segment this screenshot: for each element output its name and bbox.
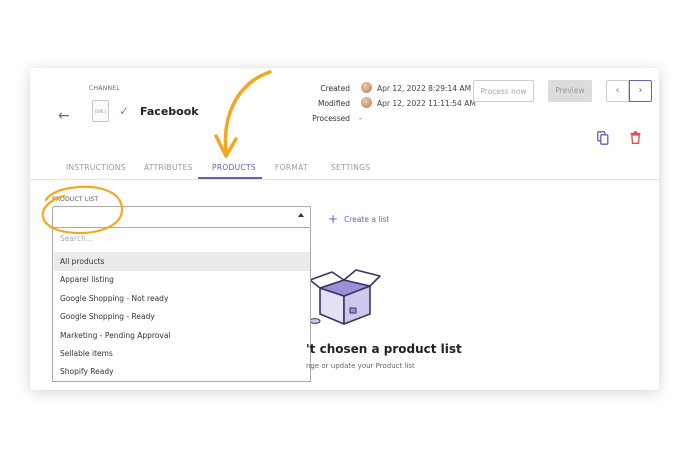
active-tab-indicator [198,177,262,179]
option-google-shopping-not-ready[interactable]: Google Shopping - Not ready [54,289,310,308]
option-apparel-listing[interactable]: Apparel listing [54,270,310,289]
option-sellable-items[interactable]: Sellable items [54,344,310,363]
channel-name: Facebook [140,105,199,118]
processed-value: - [359,114,362,123]
tab-settings[interactable]: SETTINGS [331,163,370,172]
option-marketing-pending-approval[interactable]: Marketing - Pending Approval [54,326,310,345]
preview-button[interactable]: Preview [548,80,592,102]
caret-up-icon[interactable] [298,213,304,217]
empty-box-illustration [309,269,381,325]
created-label: Created [320,84,350,93]
channel-label: CHANNEL [89,85,121,92]
tab-attributes[interactable]: ATTRIBUTES [144,163,193,172]
modified-value: Apr 12, 2022 11:11:54 AM [377,99,476,108]
back-arrow-icon[interactable]: ← [58,108,70,124]
modified-avatar [361,97,372,108]
create-list-label: Create a list [344,215,390,224]
option-shopify-ready[interactable]: Shopify Ready [54,362,310,381]
previous-channel-button[interactable]: ‹ [606,80,629,102]
create-list-button[interactable]: + Create a list [328,212,389,226]
product-list-dropdown: Search... All products Apparel listing G… [52,228,311,382]
product-list-select[interactable] [52,206,311,228]
created-value: Apr 12, 2022 8:29:14 AM [377,84,472,93]
check-icon: ✓ [119,104,130,118]
next-channel-button[interactable]: › [629,80,652,102]
file-icon: (URL) [92,100,109,122]
option-all-products[interactable]: All products [54,252,310,271]
option-google-shopping-ready[interactable]: Google Shopping - Ready [54,307,310,326]
empty-state-subtitle: nge or update your Product list [306,362,415,370]
tab-instructions[interactable]: INSTRUCTIONS [66,163,126,172]
dropdown-search-input[interactable]: Search... [60,234,93,243]
process-now-button[interactable]: Process now [473,80,534,102]
tab-products[interactable]: PRODUCTS [212,163,256,172]
created-avatar [361,82,372,93]
copy-icon[interactable] [597,131,609,145]
processed-label: Processed [312,114,350,123]
plus-icon: + [328,212,339,226]
modified-label: Modified [317,99,350,108]
tab-format[interactable]: FORMAT [275,163,308,172]
empty-state-title: 't chosen a product list [306,342,462,356]
trash-icon[interactable] [630,131,641,144]
product-list-label: PRODUCT LIST [52,196,99,203]
